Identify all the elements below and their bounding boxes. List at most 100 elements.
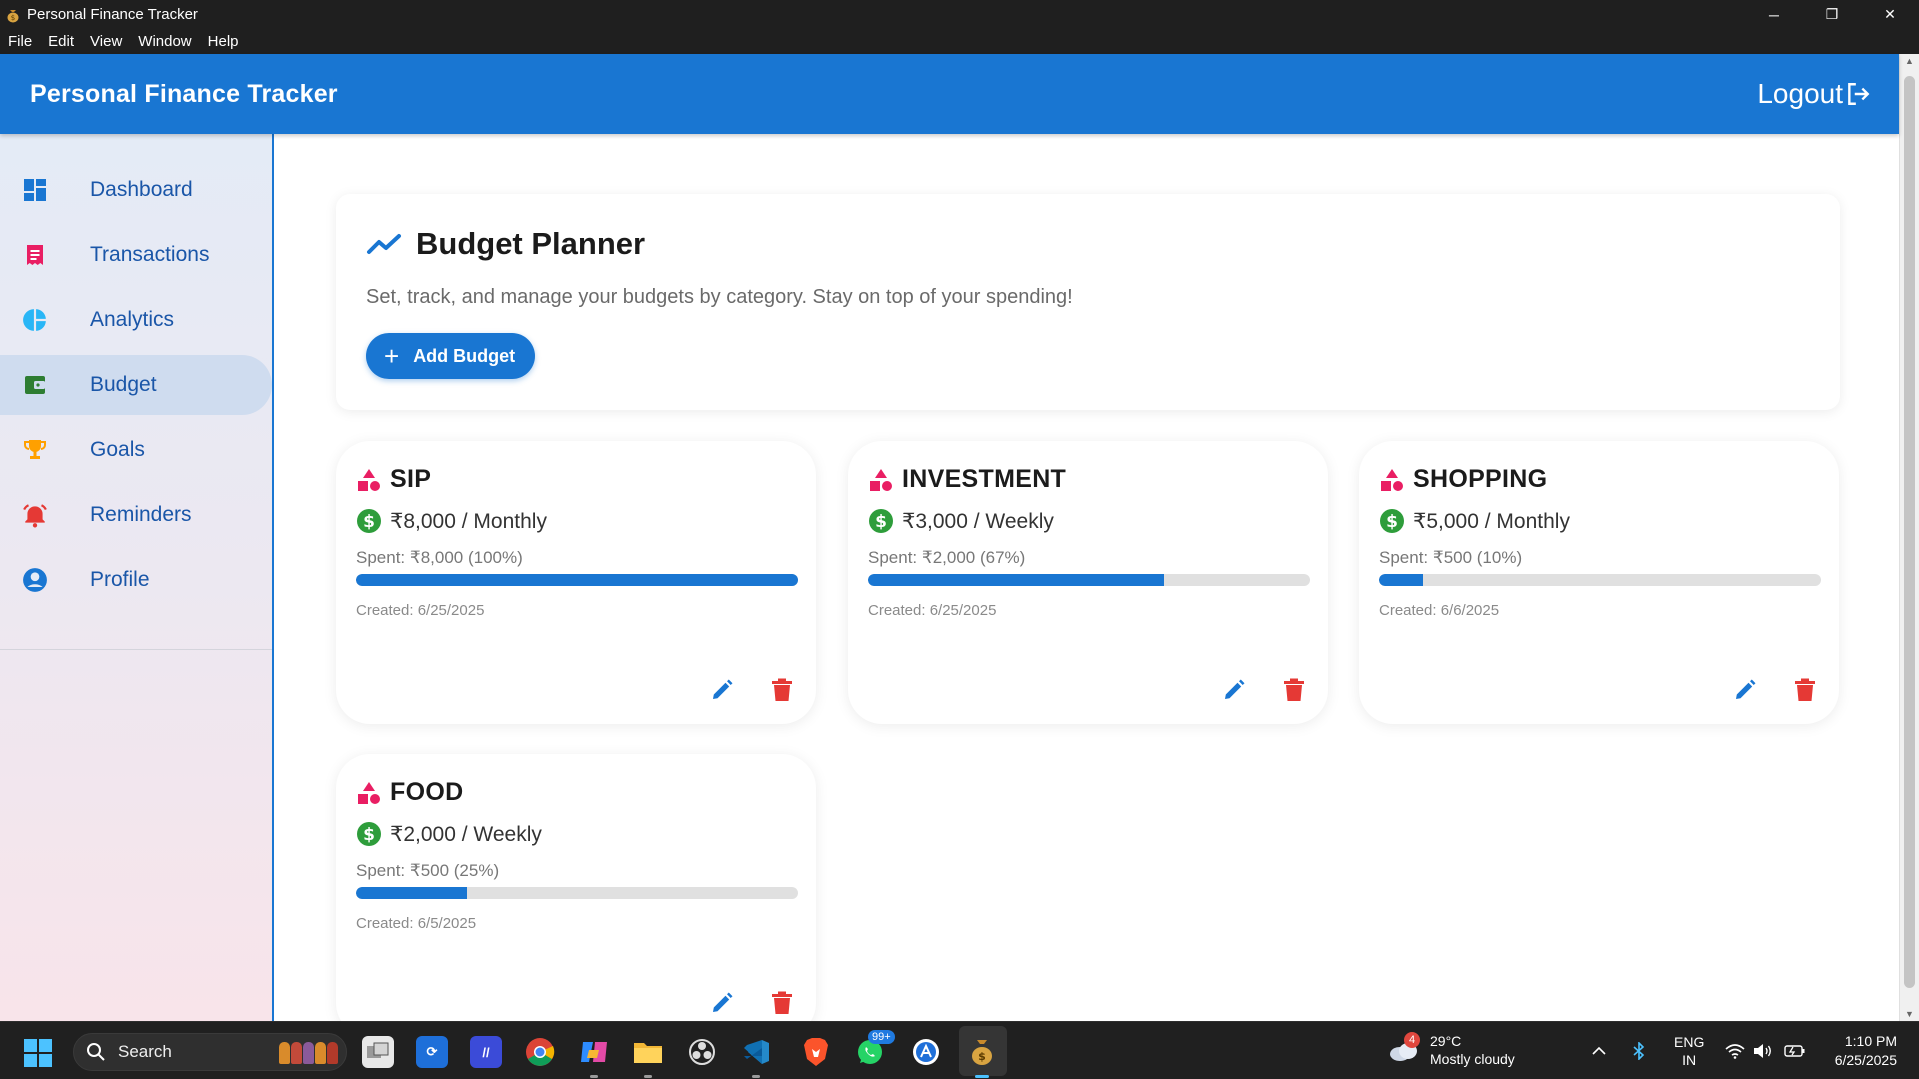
- sidebar-item-reminders[interactable]: Reminders: [0, 485, 272, 545]
- add-budget-label: Add Budget: [413, 345, 516, 366]
- budget-spent: Spent: ₹8,000 (100%): [356, 548, 523, 567]
- alarm-icon: [22, 502, 48, 528]
- budget-progress-bar: [1379, 574, 1821, 586]
- close-button[interactable]: ✕: [1861, 0, 1919, 29]
- scroll-up-arrow[interactable]: ▲: [1905, 56, 1914, 66]
- category-icon: [870, 468, 892, 491]
- volume-icon[interactable]: [1753, 1022, 1773, 1079]
- menu-view[interactable]: View: [90, 33, 122, 50]
- budget-created-date: Created: 6/6/2025: [1379, 602, 1500, 619]
- running-indicator: [752, 1075, 760, 1078]
- wifi-icon[interactable]: [1725, 1022, 1745, 1079]
- sidebar-item-label: Transactions: [90, 243, 210, 266]
- budget-spent: Spent: ₹500 (10%): [1379, 548, 1523, 567]
- vscode-icon[interactable]: [740, 1036, 772, 1078]
- battery-icon[interactable]: [1784, 1022, 1806, 1079]
- show-hidden-icons[interactable]: [1592, 1022, 1606, 1079]
- menu-edit[interactable]: Edit: [48, 33, 74, 50]
- vertical-scrollbar[interactable]: ▲ ▼: [1899, 54, 1919, 1021]
- dashboard-icon: [22, 177, 48, 203]
- budget-spent: Spent: ₹2,000 (67%): [868, 548, 1026, 567]
- dollar-icon: $: [357, 822, 381, 846]
- main-content: Budget Planner Set, track, and manage yo…: [276, 134, 1899, 1021]
- app-icon-blue[interactable]: ⟳: [416, 1036, 448, 1068]
- edit-budget-button[interactable]: [1220, 676, 1248, 704]
- whatsapp-badge: 99+: [868, 1030, 895, 1044]
- sidebar-item-goals[interactable]: Goals: [0, 420, 272, 480]
- budget-progress-fill: [356, 574, 798, 586]
- sidebar-item-budget[interactable]: Budget: [0, 355, 272, 415]
- delete-budget-button[interactable]: [768, 676, 796, 704]
- sidebar: Dashboard Transactions Analytics Budget …: [0, 134, 274, 1021]
- budget-progress-fill: [356, 887, 467, 899]
- delete-budget-button[interactable]: [1791, 676, 1819, 704]
- sidebar-item-label: Budget: [90, 373, 157, 396]
- taskbar-clock[interactable]: 1:10 PM 6/25/2025: [1835, 1032, 1897, 1070]
- scroll-down-arrow[interactable]: ▼: [1905, 1009, 1914, 1019]
- app-icon-indigo[interactable]: //: [470, 1036, 502, 1068]
- edit-budget-button[interactable]: [1731, 676, 1759, 704]
- budget-progress-bar: [356, 574, 798, 586]
- menu-help[interactable]: Help: [208, 33, 239, 50]
- trash-icon: [1284, 678, 1304, 701]
- lang-line2: IN: [1682, 1052, 1697, 1068]
- budget-progress-bar: [356, 887, 798, 899]
- scrollbar-thumb[interactable]: [1904, 76, 1915, 988]
- file-explorer-icon[interactable]: [632, 1036, 664, 1078]
- app-header: Personal Finance Tracker Logout: [0, 54, 1899, 134]
- svg-text:$: $: [363, 512, 375, 532]
- minimize-button[interactable]: ─: [1745, 0, 1803, 29]
- trash-icon: [772, 678, 792, 701]
- chrome-icon[interactable]: [524, 1036, 556, 1068]
- app-money-bag-icon: $: [7, 9, 19, 22]
- budget-planner-panel: Budget Planner Set, track, and manage yo…: [336, 194, 1840, 410]
- budget-category: FOOD: [390, 778, 464, 806]
- budget-card: SIP $ ₹8,000 / Monthly Spent: ₹8,000 (10…: [336, 441, 816, 724]
- budget-spent: Spent: ₹500 (25%): [356, 861, 500, 880]
- taskbar-search[interactable]: Search: [73, 1033, 347, 1071]
- pencil-icon: [1736, 679, 1756, 699]
- windows-start-icon[interactable]: [24, 1039, 52, 1067]
- weather-widget[interactable]: 4 29°C Mostly cloudy: [1388, 1032, 1515, 1068]
- lang-line1: ENG: [1674, 1034, 1705, 1050]
- budget-amount: ₹2,000 / Weekly: [390, 822, 542, 846]
- sidebar-item-dashboard[interactable]: Dashboard: [0, 160, 272, 220]
- menu-window[interactable]: Window: [138, 33, 191, 50]
- dollar-icon: $: [1380, 509, 1404, 533]
- running-indicator: [644, 1075, 652, 1078]
- running-indicator: [975, 1075, 989, 1078]
- window-title-bar: $ Personal Finance Tracker ─ ❐ ✕: [0, 0, 1919, 29]
- page-title: Budget Planner: [416, 226, 646, 261]
- brave-icon[interactable]: [800, 1036, 832, 1068]
- whatsapp-icon[interactable]: 99+: [854, 1030, 895, 1068]
- budget-amount: ₹3,000 / Weekly: [902, 509, 1054, 533]
- trending-up-icon: [367, 234, 401, 254]
- sidebar-item-profile[interactable]: Profile: [0, 550, 272, 610]
- menu-file[interactable]: File: [8, 33, 32, 50]
- obs-icon[interactable]: [686, 1036, 718, 1068]
- restore-button[interactable]: ❐: [1803, 0, 1861, 29]
- pencil-icon: [713, 679, 733, 699]
- sidebar-item-label: Profile: [90, 568, 150, 591]
- input-language[interactable]: ENG IN: [1674, 1022, 1704, 1079]
- copilot-icon[interactable]: [578, 1036, 610, 1078]
- edit-budget-button[interactable]: [708, 989, 736, 1017]
- sidebar-item-analytics[interactable]: Analytics: [0, 290, 272, 350]
- dollar-icon: $: [357, 509, 381, 533]
- page-subtitle: Set, track, and manage your budgets by c…: [366, 286, 1073, 308]
- finance-tracker-taskbar-icon[interactable]: $: [966, 1036, 998, 1078]
- app-store-icon[interactable]: [910, 1036, 942, 1068]
- edit-budget-button[interactable]: [708, 676, 736, 704]
- task-view-icon[interactable]: [362, 1036, 394, 1068]
- category-icon: [358, 468, 380, 491]
- budget-created-date: Created: 6/5/2025: [356, 915, 477, 932]
- sidebar-divider: [0, 649, 272, 650]
- logout-button[interactable]: Logout: [1757, 78, 1871, 110]
- add-budget-button[interactable]: + Add Budget: [366, 333, 536, 379]
- pencil-icon: [1225, 679, 1245, 699]
- delete-budget-button[interactable]: [1280, 676, 1308, 704]
- delete-budget-button[interactable]: [768, 989, 796, 1017]
- sidebar-item-transactions[interactable]: Transactions: [0, 225, 272, 285]
- svg-text:$: $: [363, 825, 375, 845]
- bluetooth-icon[interactable]: [1633, 1022, 1645, 1079]
